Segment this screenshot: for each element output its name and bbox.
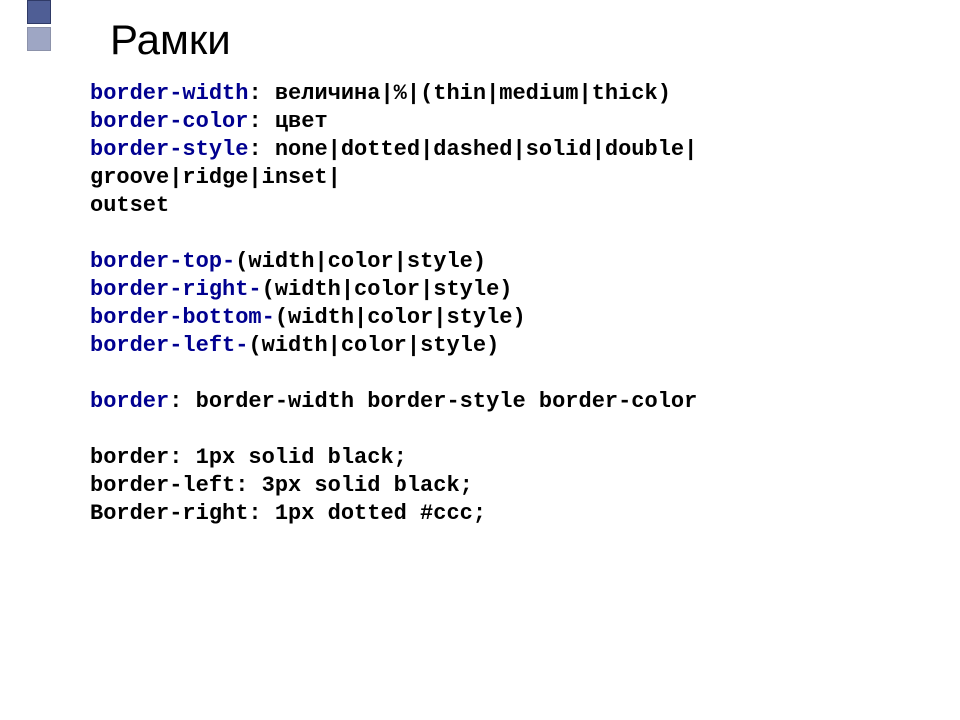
text: : цвет	[248, 109, 327, 134]
keyword: border	[90, 389, 169, 414]
keyword: border-bottom-	[90, 305, 275, 330]
keyword: border-top-	[90, 249, 235, 274]
code-line: groove|ridge|inset|	[90, 164, 697, 192]
text: : border-width border-style border-color	[169, 389, 697, 414]
keyword: border-color	[90, 109, 248, 134]
code-line: border-color: цвет	[90, 108, 697, 136]
text: : величина|%|(thin|medium|thick)	[248, 81, 670, 106]
code-line: border-right-(width|color|style)	[90, 276, 697, 304]
slide-body: border-width: величина|%|(thin|medium|th…	[90, 80, 697, 528]
keyword: border-style	[90, 137, 248, 162]
code-line: border-left: 3px solid black;	[90, 472, 697, 500]
code-line: border-top-(width|color|style)	[90, 248, 697, 276]
code-line: outset	[90, 192, 697, 220]
keyword: border-left-	[90, 333, 248, 358]
code-line	[90, 360, 697, 388]
slide: Рамки border-width: величина|%|(thin|med…	[0, 0, 960, 720]
text: (width|color|style)	[262, 277, 513, 302]
code-line: Border-right: 1px dotted #ccc;	[90, 500, 697, 528]
code-line: border-width: величина|%|(thin|medium|th…	[90, 80, 697, 108]
text: outset	[90, 193, 169, 218]
bullet-square-icon	[27, 0, 51, 24]
keyword: border-width	[90, 81, 248, 106]
text: (width|color|style)	[248, 333, 499, 358]
text: border-left: 3px solid black;	[90, 473, 473, 498]
text: border: 1px solid black;	[90, 445, 407, 470]
keyword: border-right-	[90, 277, 262, 302]
slide-bullets	[27, 0, 51, 51]
text: (width|color|style)	[275, 305, 526, 330]
code-line	[90, 416, 697, 444]
code-line: border: 1px solid black;	[90, 444, 697, 472]
code-line: border-left-(width|color|style)	[90, 332, 697, 360]
code-line	[90, 220, 697, 248]
slide-title: Рамки	[110, 16, 231, 64]
text: (width|color|style)	[235, 249, 486, 274]
code-line: border-bottom-(width|color|style)	[90, 304, 697, 332]
text: groove|ridge|inset|	[90, 165, 341, 190]
text: Border-right: 1px dotted #ccc;	[90, 501, 486, 526]
code-line: border: border-width border-style border…	[90, 388, 697, 416]
code-line: border-style: none|dotted|dashed|solid|d…	[90, 136, 697, 164]
text: : none|dotted|dashed|solid|double|	[248, 137, 697, 162]
bullet-square-icon	[27, 27, 51, 51]
